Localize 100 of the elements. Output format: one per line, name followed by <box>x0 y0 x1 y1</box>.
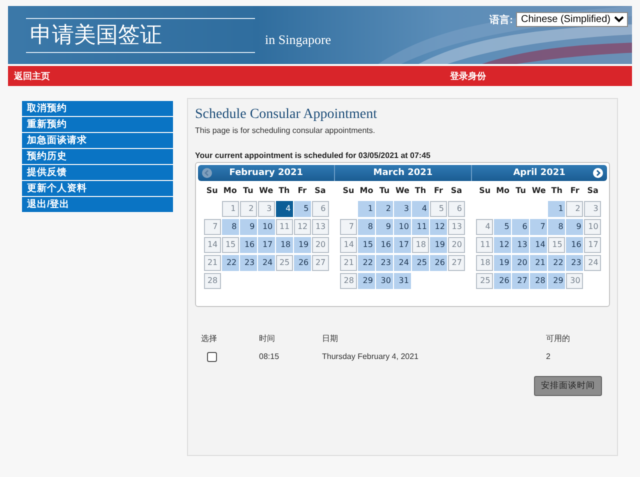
select-checkbox[interactable] <box>207 352 217 362</box>
weekday-label: Mo <box>222 185 238 197</box>
calendar-day[interactable]: 14 <box>530 237 548 253</box>
current-appointment-text: Your current appointment is scheduled for 03/05/2021 at 07:45 <box>195 151 432 160</box>
calendar-day[interactable]: 4 <box>276 201 293 217</box>
calendar-day: 3 <box>584 201 602 217</box>
sidebar-item[interactable]: 重新预约 <box>22 117 173 132</box>
sidebar-item[interactable]: 加急面谈请求 <box>22 133 173 148</box>
weekday-label: Su <box>478 185 492 197</box>
calendar-day[interactable]: 4 <box>412 201 429 217</box>
calendar-day: 7 <box>204 219 221 235</box>
calendar-day[interactable]: 30 <box>376 273 393 289</box>
column-header: 可用的 <box>546 333 571 344</box>
sidebar-item[interactable]: 更新个人资料 <box>22 181 173 196</box>
calendar-day[interactable]: 3 <box>394 201 411 217</box>
calendar-day[interactable]: 12 <box>494 237 512 253</box>
date-cell-text: Thursday February 4, 2021 <box>322 352 420 362</box>
calendar-day[interactable]: 21 <box>530 255 548 271</box>
calendar-day[interactable]: 1 <box>548 201 566 217</box>
calendar-day[interactable]: 12 <box>430 219 447 235</box>
calendar-day[interactable]: 5 <box>294 201 311 217</box>
month-title: April 2021 <box>513 168 566 178</box>
calendar-day: 21 <box>340 255 357 271</box>
calendar-day[interactable]: 19 <box>294 237 311 253</box>
calendar-day: 6 <box>448 201 465 217</box>
calendar-day[interactable]: 22 <box>222 255 239 271</box>
calendar-day[interactable]: 23 <box>240 255 257 271</box>
calendar-day: 25 <box>276 255 293 271</box>
calendar-day[interactable]: 10 <box>394 219 411 235</box>
calendar-day[interactable]: 26 <box>430 255 447 271</box>
calendar-day[interactable]: 25 <box>412 255 429 271</box>
calendar-day[interactable]: 31 <box>394 273 411 289</box>
calendar-day: 10 <box>584 219 602 235</box>
calendar-day: 13 <box>448 219 465 235</box>
sidebar-item[interactable]: 预约历史 <box>22 149 173 164</box>
calendar-day[interactable]: 17 <box>394 237 411 253</box>
calendar-day[interactable]: 9 <box>566 219 584 235</box>
calendar-day[interactable]: 19 <box>430 237 447 253</box>
calendar-day[interactable]: 26 <box>294 255 311 271</box>
calendar-day[interactable]: 28 <box>530 273 548 289</box>
time-cell-text: 08:15 <box>259 352 280 362</box>
weekday-label: Tu <box>242 185 254 197</box>
weekday-label: Th <box>550 185 564 197</box>
calendar-day[interactable]: 7 <box>530 219 548 235</box>
calendar-day[interactable]: 16 <box>566 237 584 253</box>
calendar-day[interactable]: 6 <box>512 219 530 235</box>
calendar-day: 20 <box>448 237 465 253</box>
location-subtitle: in Singapore <box>265 32 332 48</box>
calendar-day[interactable]: 24 <box>258 255 275 271</box>
calendar-day[interactable]: 8 <box>548 219 566 235</box>
calendar-day[interactable]: 22 <box>358 255 375 271</box>
calendar-day[interactable]: 2 <box>376 201 393 217</box>
calendar-day[interactable]: 27 <box>512 273 530 289</box>
calendar-day[interactable]: 20 <box>512 255 530 271</box>
calendar-day: 5 <box>430 201 447 217</box>
schedule-button[interactable]: 安排面谈时间 <box>534 376 602 396</box>
sidebar-item[interactable]: 取消预约 <box>22 101 173 116</box>
calendar-day[interactable]: 23 <box>566 255 584 271</box>
calendar-day[interactable]: 26 <box>494 273 512 289</box>
language-dropdown[interactable]: Chinese (Simplified) <box>516 12 628 27</box>
calendar-day[interactable]: 22 <box>548 255 566 271</box>
calendar-day[interactable]: 9 <box>240 219 257 235</box>
calendar-day[interactable]: 10 <box>258 219 275 235</box>
calendar-day: 18 <box>476 255 494 271</box>
weekday-label: We <box>394 185 410 197</box>
availability-cell-text: 2 <box>546 352 552 362</box>
page-title: Schedule Consular Appointment <box>195 107 378 123</box>
calendar-day[interactable]: 19 <box>494 255 512 271</box>
calendar-day[interactable]: 8 <box>222 219 239 235</box>
calendar-day[interactable]: 8 <box>358 219 375 235</box>
calendar-day[interactable]: 24 <box>394 255 411 271</box>
home-link[interactable]: 返回主页 <box>14 70 50 82</box>
calendar-day[interactable]: 5 <box>494 219 512 235</box>
calendar-day: 11 <box>476 237 494 253</box>
calendar-day[interactable]: 1 <box>358 201 375 217</box>
calendar-day[interactable]: 23 <box>376 255 393 271</box>
calendar-day: 25 <box>476 273 494 289</box>
calendar-day: 2 <box>566 201 584 217</box>
calendar-day[interactable]: 16 <box>376 237 393 253</box>
sidebar-item[interactable]: 提供反馈 <box>22 165 173 180</box>
calendar-day[interactable]: 13 <box>512 237 530 253</box>
weekday-label: Fr <box>569 185 580 197</box>
weekday-label: Su <box>342 185 356 197</box>
weekday-label: Mo <box>495 185 511 197</box>
calendar-day: 28 <box>340 273 357 289</box>
weekday-label: Tu <box>514 185 527 197</box>
calendar-day[interactable]: 29 <box>358 273 375 289</box>
month-title: March 2021 <box>373 168 433 178</box>
calendar-day: 18 <box>412 237 429 253</box>
calendar-day[interactable]: 17 <box>258 237 275 253</box>
sidebar-item[interactable]: 退出/登出 <box>22 197 173 212</box>
calendar-day[interactable]: 29 <box>548 273 566 289</box>
calendar-day: 11 <box>276 219 293 235</box>
calendar-day[interactable]: 15 <box>358 237 375 253</box>
next-month-icon[interactable] <box>592 168 603 178</box>
calendar-day[interactable]: 18 <box>276 237 293 253</box>
calendar-day[interactable]: 9 <box>376 219 393 235</box>
calendar-day[interactable]: 11 <box>412 219 429 235</box>
calendar-day[interactable]: 16 <box>240 237 257 253</box>
calendar-day: 15 <box>222 237 239 253</box>
